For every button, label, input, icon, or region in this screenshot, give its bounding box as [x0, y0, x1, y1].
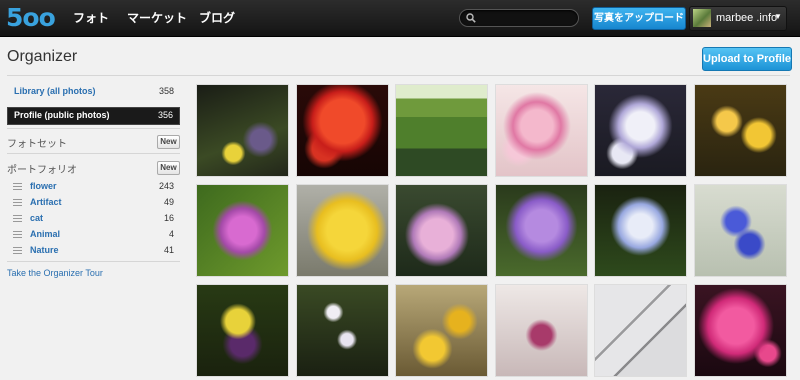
sidebar-divider [7, 128, 180, 129]
chevron-down-icon: ▼ [774, 12, 782, 21]
portfolio-item-flower[interactable]: flower 243 [7, 180, 180, 194]
photo-thumbnail[interactable] [295, 84, 389, 177]
header-divider [7, 75, 790, 76]
site-logo[interactable]: 5oo [6, 4, 56, 32]
photosets-heading: フォトセット [7, 139, 67, 150]
sidebar-item-profile[interactable]: Profile (public photos) 356 [7, 107, 180, 125]
avatar [693, 9, 711, 27]
sidebar-item-count: 358 [158, 86, 174, 96]
search-icon [466, 13, 476, 23]
nav-photos[interactable]: フォト [73, 9, 109, 26]
portfolio-item-cat[interactable]: cat 16 [7, 212, 180, 226]
photo-thumbnail[interactable] [594, 184, 688, 277]
portfolio-item-artifact[interactable]: Artifact 49 [7, 196, 180, 210]
search-input[interactable] [480, 10, 572, 26]
drag-handle-icon[interactable] [13, 231, 22, 238]
photo-thumbnail[interactable] [196, 184, 289, 277]
drag-handle-icon[interactable] [13, 215, 22, 222]
new-portfolio-button[interactable]: New [157, 161, 180, 175]
portfolio-item-nature[interactable]: Nature 41 [7, 244, 180, 258]
drag-handle-icon[interactable] [13, 183, 22, 190]
portfolio-item-count: 4 [168, 229, 174, 239]
photo-thumbnail[interactable] [395, 184, 489, 277]
photo-thumbnail[interactable] [494, 284, 588, 377]
photo-thumbnail[interactable] [295, 184, 389, 277]
photo-thumbnail[interactable] [694, 284, 787, 377]
upload-photo-button[interactable]: 写真をアップロード [592, 7, 686, 30]
upload-to-profile-button[interactable]: Upload to Profile [702, 47, 792, 71]
sidebar-item-label: Profile (public photos) [14, 110, 110, 120]
portfolio-item-label: Animal [30, 229, 61, 239]
portfolio-item-label: Nature [30, 245, 59, 255]
photo-thumbnail[interactable] [594, 284, 688, 377]
page-title: Organizer [7, 48, 78, 65]
portfolio-item-label: Artifact [30, 197, 62, 207]
sidebar-divider [7, 153, 180, 154]
search-box[interactable] [459, 9, 579, 27]
portfolio-item-count: 49 [163, 197, 174, 207]
portfolio-item-label: cat [30, 213, 44, 223]
new-photoset-button[interactable]: New [157, 135, 180, 149]
sidebar-item-label: Library (all photos) [14, 86, 96, 96]
top-navigation-bar: 5oo フォト マーケット ブログ 写真をアップロード marbee .info… [0, 0, 800, 37]
photo-thumbnail[interactable] [594, 84, 688, 177]
portfolio-item-count: 41 [163, 245, 174, 255]
nav-market[interactable]: マーケット [127, 9, 187, 26]
portfolio-heading: ポートフォリオ [7, 165, 77, 176]
portfolio-item-count: 16 [163, 213, 174, 223]
photo-thumbnail[interactable] [395, 84, 489, 177]
photo-thumbnail[interactable] [494, 84, 588, 177]
photo-thumbnail[interactable] [694, 184, 787, 277]
nav-blog[interactable]: ブログ [199, 9, 235, 26]
sidebar-item-count: 356 [157, 110, 173, 120]
username: marbee .info [716, 12, 778, 24]
sidebar-divider [7, 261, 180, 262]
photo-thumbnail[interactable] [494, 184, 588, 277]
portfolio-item-label: flower [30, 181, 57, 191]
photo-thumbnail[interactable] [196, 284, 289, 377]
photo-thumbnail[interactable] [694, 84, 787, 177]
portfolio-item-count: 243 [158, 181, 174, 191]
photo-thumbnail[interactable] [295, 284, 389, 377]
sidebar-item-library[interactable]: Library (all photos) 358 [7, 84, 180, 100]
organizer-tour-link[interactable]: Take the Organizer Tour [7, 268, 103, 278]
user-menu[interactable]: marbee .info ▼ [689, 6, 787, 31]
photo-thumbnail[interactable] [196, 84, 289, 177]
portfolio-item-animal[interactable]: Animal 4 [7, 228, 180, 242]
photo-thumbnail[interactable] [395, 284, 489, 377]
drag-handle-icon[interactable] [13, 199, 22, 206]
drag-handle-icon[interactable] [13, 247, 22, 254]
